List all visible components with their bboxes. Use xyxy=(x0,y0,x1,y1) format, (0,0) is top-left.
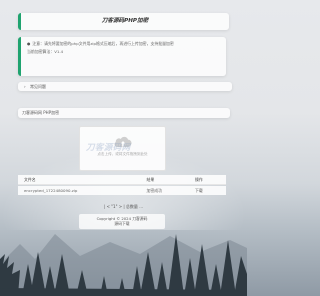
faq-label: 常见问题 xyxy=(29,84,46,89)
source-download-link[interactable]: 源码下载 xyxy=(79,221,165,226)
bullet-icon: ● xyxy=(27,41,31,46)
download-button[interactable]: 下载 xyxy=(195,186,226,195)
column-header-result: 结果 xyxy=(146,177,155,182)
table-header: 文件名 结果 操作 xyxy=(18,175,226,185)
algorithm-version: 当前加密算法：V1.4 xyxy=(27,48,64,54)
notice-text: 注意：请先将要加密的php文件用zip格式压缩后，再进行上传加密，支持批量加密 xyxy=(32,41,174,46)
table-row: encrypted_1722480090.zip 加密成功 下载 xyxy=(18,186,226,195)
results-table: 文件名 结果 操作 encrypted_1722480090.zip 加密成功 … xyxy=(18,175,226,195)
notice-line: ● 注意：请先将要加密的php文件用zip格式压缩后，再进行上传加密，支持批量加… xyxy=(27,41,220,47)
notice-panel: ● 注意：请先将要加密的php文件用zip格式压缩后，再进行上传加密，支持批量加… xyxy=(18,37,226,76)
tab-label: 刀客源码网 PHP加密 xyxy=(22,110,60,115)
pagination[interactable]: | < "1" > | 总数量 ... xyxy=(0,204,247,210)
file-name: encrypted_1722480090.zip xyxy=(24,188,78,193)
tab-php-encrypt[interactable]: 刀客源码网 PHP加密 xyxy=(18,108,230,118)
chevron-right-icon: › xyxy=(24,84,26,89)
faq-toggle[interactable]: › 常见问题 xyxy=(18,82,232,91)
app-header: 刀客源码PHP加密 xyxy=(18,13,229,30)
upload-dropzone[interactable]: 刀客源码网 点击上传，或将文件拖拽到此处 xyxy=(79,126,166,171)
pagination-text[interactable]: | < "1" > | 总数量 ... xyxy=(104,204,143,209)
column-header-action: 操作 xyxy=(194,177,203,182)
footer: Copyright © 2024 刀客源码 源码下载 xyxy=(79,214,165,229)
column-header-filename: 文件名 xyxy=(24,177,36,182)
page-title: 刀客源码PHP加密 xyxy=(101,18,149,24)
result-status: 加密成功 xyxy=(146,188,162,193)
watermark: 刀客源码网 xyxy=(86,143,131,153)
